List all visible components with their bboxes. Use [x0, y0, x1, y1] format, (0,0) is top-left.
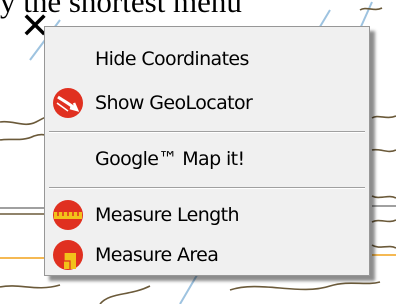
menu-item-measure-area[interactable]: Measure Area [45, 235, 369, 275]
menu-divider [49, 131, 365, 133]
context-menu: Hide Coordinates Show GeoLocator Google™… [44, 26, 370, 276]
measure-area-icon [53, 240, 83, 270]
menu-item-label: Measure Area [95, 244, 219, 266]
measure-length-icon [53, 200, 83, 230]
menu-item-measure-length[interactable]: Measure Length [45, 195, 369, 235]
menu-item-label: Measure Length [95, 204, 240, 226]
geolocator-icon [53, 88, 83, 118]
menu-item-google-map-it[interactable]: Google™ Map it! [45, 139, 369, 179]
menu-divider [49, 187, 365, 189]
menu-item-label: Google™ Map it! [95, 148, 245, 170]
menu-item-label: Hide Coordinates [95, 48, 249, 70]
menu-item-show-geolocator[interactable]: Show GeoLocator [45, 83, 369, 123]
menu-item-label: Show GeoLocator [95, 92, 253, 114]
menu-item-hide-coordinates[interactable]: Hide Coordinates [45, 39, 369, 79]
